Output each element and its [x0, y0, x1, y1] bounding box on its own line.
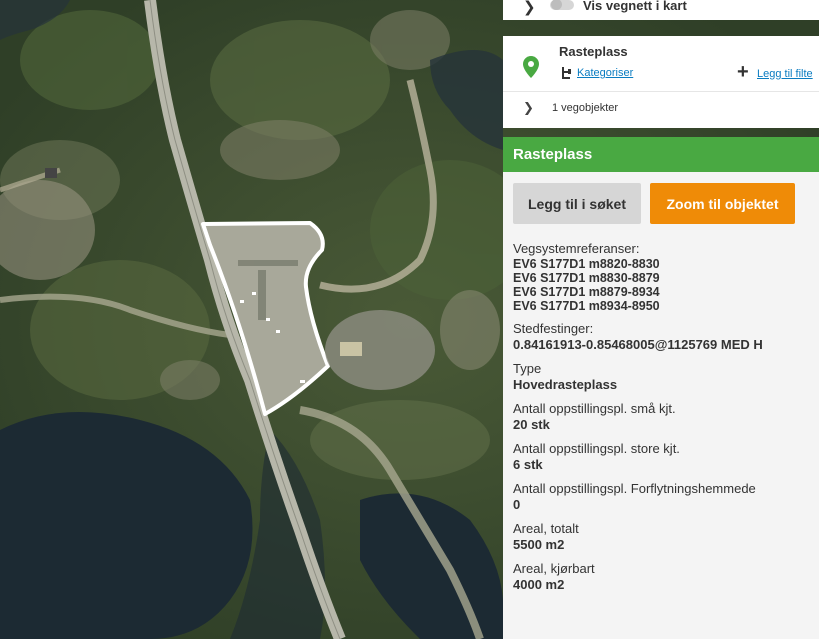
add-to-search-button[interactable]: Legg til i søket [513, 183, 641, 224]
property-value: EV6 S177D1 m8879-8934 [513, 285, 660, 299]
add-filter-link[interactable]: Legg til filte [757, 68, 813, 80]
map-pin-icon [523, 56, 539, 78]
property-value: 5500 m2 [513, 537, 565, 552]
chevron-right-icon[interactable]: ❯ [523, 100, 534, 116]
property-value: Hovedrasteplass [513, 377, 618, 392]
property-label: Areal, totalt [513, 521, 579, 536]
tree-icon [562, 67, 571, 79]
details-title: Rasteplass [513, 146, 593, 163]
divider [503, 91, 819, 92]
property-label: Antall oppstillingspl. små kjt. [513, 401, 676, 416]
property-label: Type [513, 361, 542, 376]
property-value: EV6 S177D1 m8830-8879 [513, 271, 660, 285]
property-value: 20 stk [513, 417, 550, 432]
chevron-right-icon[interactable]: ❯ [523, 0, 536, 16]
property-value: EV6 S177D1 m8934-8950 [513, 299, 660, 313]
road-network-toggle-label: Vis vegnett i kart [583, 0, 687, 13]
zoom-to-object-button[interactable]: Zoom til objektet [650, 183, 795, 224]
plus-icon[interactable]: + [737, 62, 749, 82]
property-list: Vegsystemreferanser: EV6 S177D1 m8820-88… [513, 241, 813, 601]
property-stedfestinger: Stedfestinger: 0.84161913-0.85468005@112… [513, 321, 813, 352]
property-vegsystemreferanser: Vegsystemreferanser: EV6 S177D1 m8820-88… [513, 241, 813, 313]
property-disabled-spots: Antall oppstillingspl. Forflytningshemme… [513, 481, 813, 512]
property-label: Vegsystemreferanser: [513, 241, 640, 256]
property-value: 0.84161913-0.85468005@1125769 MED H [513, 337, 763, 352]
details-panel: Rasteplass Legg til i søket Zoom til obj… [503, 137, 819, 639]
categorize-link[interactable]: Kategoriser [577, 67, 633, 79]
property-value: 4000 m2 [513, 577, 565, 592]
property-value: 0 [513, 497, 521, 512]
filter-card: Rasteplass Kategoriser + Legg til filte … [503, 36, 819, 128]
property-large-vehicle-spots: Antall oppstillingspl. store kjt. 6 stk [513, 441, 813, 472]
property-label: Stedfestinger: [513, 321, 594, 336]
property-small-vehicle-spots: Antall oppstillingspl. små kjt. 20 stk [513, 401, 813, 432]
property-label: Antall oppstillingspl. store kjt. [513, 441, 680, 456]
property-label: Areal, kjørbart [513, 561, 595, 576]
property-area-drivable: Areal, kjørbart 4000 m2 [513, 561, 813, 592]
property-area-total: Areal, totalt 5500 m2 [513, 521, 813, 552]
road-network-toggle[interactable] [550, 0, 574, 10]
property-value: 6 stk [513, 457, 543, 472]
property-value: EV6 S177D1 m8820-8830 [513, 257, 660, 271]
layers-panel: ❯ Vis vegnett i kart [503, 0, 819, 20]
objects-count[interactable]: 1 vegobjekter [552, 102, 618, 114]
property-type: Type Hovedrasteplass [513, 361, 813, 392]
filter-title: Rasteplass [559, 44, 628, 59]
property-label: Antall oppstillingspl. Forflytningshemme… [513, 481, 756, 496]
details-header: Rasteplass [503, 137, 819, 172]
